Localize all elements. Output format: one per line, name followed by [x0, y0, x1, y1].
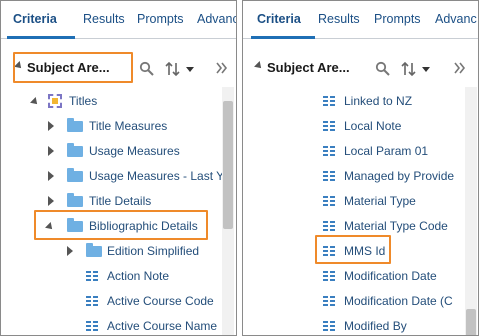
tree-item-label: Title Details: [89, 194, 152, 208]
tab-criteria[interactable]: Criteria: [13, 12, 57, 26]
bibliographic-details-highlight: [34, 210, 208, 240]
column-icon: [323, 195, 336, 208]
tree-item-active-course-name[interactable]: Active Course Name: [1, 315, 221, 335]
tree-item-material-type[interactable]: Material Type: [243, 190, 463, 212]
tree-item-usage-measures-last-year[interactable]: Usage Measures - Last Y: [1, 165, 225, 187]
subject-area-highlight: [13, 52, 133, 83]
tree-item-local-note[interactable]: Local Note: [243, 115, 463, 137]
tab-bar: Criteria Results Prompts Advanc: [243, 1, 478, 39]
column-icon: [323, 220, 336, 233]
active-tab-indicator: [7, 36, 75, 39]
tab-criteria[interactable]: Criteria: [257, 12, 301, 26]
sort-icon[interactable]: [165, 61, 199, 77]
tree-item-usage-measures[interactable]: Usage Measures: [1, 140, 221, 162]
column-icon: [86, 270, 99, 283]
tree-item-title-measures[interactable]: Title Measures: [1, 115, 221, 137]
tree-item-label: Material Type: [344, 194, 416, 208]
collapsed-arrow-icon[interactable]: [48, 121, 54, 131]
subject-areas-header: Subject Are...: [247, 49, 469, 87]
tree-item-linked-to-nz[interactable]: Linked to NZ: [243, 90, 463, 112]
tree-item-label: Managed by Provide: [344, 169, 455, 183]
tree-item-label: Modification Date: [344, 269, 437, 283]
column-icon: [86, 295, 99, 308]
tree-item-label: Material Type Code: [344, 219, 448, 233]
tab-bar: Criteria Results Prompts Advanc: [1, 1, 236, 39]
tab-advanced[interactable]: Advanc: [435, 12, 477, 26]
sort-icon[interactable]: [401, 61, 435, 77]
left-criteria-panel: Criteria Results Prompts Advanc Subject …: [0, 0, 237, 336]
tree-item-label: Modification Date (C: [344, 294, 453, 308]
tree-item-modification-date[interactable]: Modification Date: [243, 265, 463, 287]
column-icon: [323, 170, 336, 183]
tree-item-label: Modified By: [344, 319, 407, 333]
folder-icon: [67, 118, 83, 132]
tab-prompts[interactable]: Prompts: [374, 12, 421, 26]
collapsed-arrow-icon[interactable]: [48, 171, 54, 181]
column-icon: [323, 145, 336, 158]
tree-item-label: Usage Measures: [89, 144, 180, 158]
tree-item-titles[interactable]: Titles: [1, 90, 221, 112]
tree-item-label: Local Note: [344, 119, 402, 133]
vertical-scrollbar[interactable]: [465, 87, 477, 335]
tree-item-local-param-01[interactable]: Local Param 01: [243, 140, 463, 162]
tree-item-managed-by-provider[interactable]: Managed by Provide: [243, 165, 463, 187]
tree-item-label: Linked to NZ: [344, 94, 413, 108]
tree-item-label: Local Param 01: [344, 144, 429, 158]
tree-item-label: Titles: [69, 94, 98, 108]
tree-item-title-details[interactable]: Title Details: [1, 190, 221, 212]
tree-item-label: Action Note: [107, 269, 170, 283]
tree-item-label: Title Measures: [89, 119, 168, 133]
tab-results[interactable]: Results: [83, 12, 125, 26]
vertical-scrollbar[interactable]: [222, 87, 234, 335]
tree-item-label: Active Course Code: [107, 294, 214, 308]
column-icon: [323, 295, 336, 308]
subject-area-icon: [48, 94, 62, 108]
tree-item-modified-by[interactable]: Modified By: [243, 315, 463, 335]
tree-item-label: Active Course Name: [107, 319, 218, 333]
tree-item-label: Edition Simplified: [107, 244, 200, 258]
tree-item-label: Usage Measures - Last Y: [89, 169, 225, 183]
double-chevron-right-icon[interactable]: [215, 61, 229, 75]
tab-prompts[interactable]: Prompts: [137, 12, 184, 26]
tree-item-active-course-code[interactable]: Active Course Code: [1, 290, 221, 312]
double-chevron-right-icon[interactable]: [453, 61, 467, 75]
folder-icon: [86, 243, 102, 257]
search-icon[interactable]: [375, 61, 391, 77]
folder-icon: [67, 168, 83, 182]
search-icon[interactable]: [139, 61, 155, 77]
mms-id-highlight: [315, 235, 391, 264]
column-icon: [86, 320, 99, 333]
tree-item-material-type-code[interactable]: Material Type Code: [243, 215, 463, 237]
tree-item-action-note[interactable]: Action Note: [1, 265, 221, 287]
tab-results[interactable]: Results: [318, 12, 360, 26]
folder-icon: [67, 193, 83, 207]
collapse-caret-icon[interactable]: [254, 61, 264, 71]
column-icon: [323, 320, 336, 333]
scrollbar-thumb[interactable]: [223, 101, 233, 229]
collapsed-arrow-icon[interactable]: [48, 196, 54, 206]
right-criteria-panel: Criteria Results Prompts Advanc Subject …: [242, 0, 479, 336]
subject-areas-title: Subject Are...: [267, 60, 350, 75]
folder-icon: [67, 143, 83, 157]
expanded-arrow-icon[interactable]: [30, 97, 40, 107]
collapsed-arrow-icon[interactable]: [67, 246, 73, 256]
active-tab-indicator: [251, 36, 315, 39]
column-icon: [323, 120, 336, 133]
scrollbar-thumb[interactable]: [466, 309, 476, 335]
tree-item-modification-date-c[interactable]: Modification Date (C: [243, 290, 463, 312]
tab-advanced[interactable]: Advanc: [197, 12, 236, 26]
column-icon: [323, 95, 336, 108]
tree-item-edition-simplified[interactable]: Edition Simplified: [1, 240, 221, 262]
collapsed-arrow-icon[interactable]: [48, 146, 54, 156]
column-icon: [323, 270, 336, 283]
